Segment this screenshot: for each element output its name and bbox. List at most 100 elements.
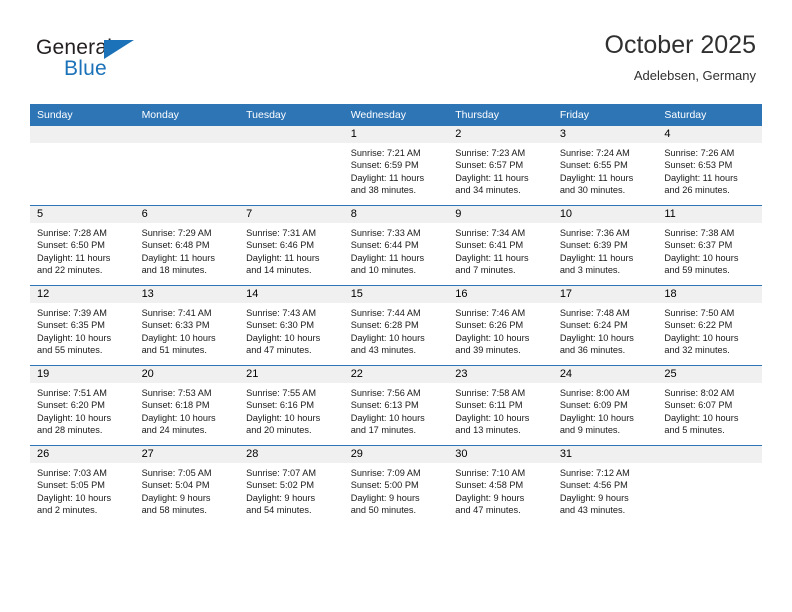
- sun-times-details: Sunrise: 7:41 AM Sunset: 6:33 PM Daylight:…: [135, 303, 240, 356]
- sun-times-details: [30, 143, 135, 147]
- calendar-cell-day-20[interactable]: 20 Sunrise: 7:53 AM Sunset: 6:18 PM Dayligh…: [134, 365, 240, 446]
- day-number: [657, 446, 762, 463]
- day-number: 20: [134, 366, 240, 383]
- calendar-page: General Blue October 2025 Adelebsen, Ger…: [0, 0, 792, 612]
- sun-times-details: Sunrise: 7:33 AM Sunset: 6:44 PM Daylight:…: [344, 223, 449, 276]
- sun-times-line: and 28 minutes.: [37, 424, 103, 435]
- calendar-week-row: 5 Sunrise: 7:28 AM Sunset: 6:50 PM Daylight…: [30, 205, 762, 286]
- calendar-cell-day-16[interactable]: 16 Sunrise: 7:46 AM Sunset: 6:26 PM Dayligh…: [448, 285, 553, 366]
- sun-times-line: Sunrise: 7:33 AM: [350, 228, 421, 238]
- calendar-cell-day-5[interactable]: 5 Sunrise: 7:28 AM Sunset: 6:50 PM Daylight…: [30, 205, 135, 286]
- sun-times-line: Sunrise: 7:44 AM: [350, 308, 421, 318]
- calendar-cell-day-10[interactable]: 10 Sunrise: 7:36 AM Sunset: 6:39 PM Dayligh…: [552, 205, 658, 286]
- sun-times-line: Daylight: 10 hours: [664, 412, 739, 423]
- weekday-header-sunday: Sunday: [30, 104, 135, 126]
- sun-times-line: Daylight: 11 hours: [664, 172, 738, 183]
- calendar-cell-day-15[interactable]: 15 Sunrise: 7:44 AM Sunset: 6:28 PM Dayligh…: [343, 285, 449, 366]
- calendar-cell-day-21[interactable]: 21 Sunrise: 7:55 AM Sunset: 6:16 PM Dayligh…: [239, 365, 344, 446]
- day-number: 9: [448, 206, 553, 223]
- sun-times-line: Sunrise: 7:12 AM: [559, 468, 630, 478]
- calendar-cell-inner: 15 Sunrise: 7:44 AM Sunset: 6:28 PM Dayligh…: [343, 286, 449, 366]
- sun-times-line: Sunrise: 7:34 AM: [455, 228, 526, 238]
- calendar-cell-day-4[interactable]: 4 Sunrise: 7:26 AM Sunset: 6:53 PM Daylight…: [657, 126, 762, 206]
- day-number: 25: [657, 366, 762, 383]
- sun-times-line: and 39 minutes.: [455, 344, 521, 355]
- sun-times-line: Daylight: 11 hours: [37, 252, 111, 263]
- calendar-cell-day-6[interactable]: 6 Sunrise: 7:29 AM Sunset: 6:48 PM Daylight…: [134, 205, 240, 286]
- calendar-cell-day-14[interactable]: 14 Sunrise: 7:43 AM Sunset: 6:30 PM Dayligh…: [239, 285, 344, 366]
- calendar-cell-day-30[interactable]: 30 Sunrise: 7:10 AM Sunset: 4:58 PM Dayligh…: [448, 445, 553, 525]
- sun-times-line: Sunrise: 7:41 AM: [141, 308, 212, 318]
- sun-times-line: Sunrise: 7:10 AM: [455, 468, 526, 478]
- calendar-cell-day-29[interactable]: 29 Sunrise: 7:09 AM Sunset: 5:00 PM Dayligh…: [343, 445, 449, 525]
- calendar-body: 1 Sunrise: 7:21 AM Sunset: 6:59 PM Daylight…: [30, 126, 762, 525]
- logo-text-blue: Blue: [64, 57, 107, 80]
- calendar-cell-inner: 21 Sunrise: 7:55 AM Sunset: 6:16 PM Dayligh…: [239, 366, 344, 446]
- calendar-cell-day-3[interactable]: 3 Sunrise: 7:24 AM Sunset: 6:55 PM Daylight…: [552, 126, 658, 206]
- day-number: 5: [30, 206, 135, 223]
- sun-times-line: Daylight: 10 hours: [559, 332, 634, 343]
- calendar-cell-inner: 14 Sunrise: 7:43 AM Sunset: 6:30 PM Dayligh…: [239, 286, 344, 366]
- sun-times-line: Daylight: 10 hours: [664, 252, 739, 263]
- sun-times-line: Daylight: 10 hours: [246, 412, 321, 423]
- sun-times-details: Sunrise: 7:10 AM Sunset: 4:58 PM Daylight:…: [448, 463, 553, 516]
- day-number: 6: [134, 206, 240, 223]
- sun-times-line: and 38 minutes.: [350, 184, 417, 195]
- day-number: [239, 126, 344, 143]
- sun-times-line: and 24 minutes.: [141, 424, 207, 435]
- sun-times-line: Daylight: 11 hours: [455, 252, 529, 263]
- calendar-cell-day-19[interactable]: 19 Sunrise: 7:51 AM Sunset: 6:20 PM Dayligh…: [30, 365, 135, 446]
- sun-times-line: Sunrise: 7:36 AM: [559, 228, 630, 238]
- calendar-cell-day-17[interactable]: 17 Sunrise: 7:48 AM Sunset: 6:24 PM Dayligh…: [552, 285, 658, 366]
- title-block: October 2025 Adelebsen, Germany: [605, 30, 757, 86]
- sun-times-line: Sunrise: 7:26 AM: [664, 148, 735, 158]
- sun-times-details: Sunrise: 7:44 AM Sunset: 6:28 PM Daylight:…: [344, 303, 449, 356]
- calendar-cell-day-31[interactable]: 31 Sunrise: 7:12 AM Sunset: 4:56 PM Dayligh…: [552, 445, 658, 525]
- calendar-cell-inner: 1 Sunrise: 7:21 AM Sunset: 6:59 PM Daylight…: [343, 126, 449, 205]
- sun-times-line: Sunset: 6:37 PM: [664, 240, 733, 251]
- calendar-cell-day-24[interactable]: 24 Sunrise: 8:00 AM Sunset: 6:09 PM Dayligh…: [552, 365, 658, 446]
- sun-times-line: Sunset: 6:28 PM: [350, 320, 419, 331]
- sun-times-line: and 32 minutes.: [664, 344, 730, 355]
- calendar-cell-day-12[interactable]: 12 Sunrise: 7:39 AM Sunset: 6:35 PM Dayligh…: [30, 285, 135, 366]
- calendar-cell-day-23[interactable]: 23 Sunrise: 7:58 AM Sunset: 6:11 PM Dayligh…: [448, 365, 553, 446]
- calendar-cell-day-27[interactable]: 27 Sunrise: 7:05 AM Sunset: 5:04 PM Dayligh…: [134, 445, 240, 525]
- day-number: 7: [239, 206, 344, 223]
- sun-times-line: Sunset: 5:05 PM: [37, 480, 105, 491]
- calendar-cell-day-22[interactable]: 22 Sunrise: 7:56 AM Sunset: 6:13 PM Dayligh…: [343, 365, 449, 446]
- sun-times-line: Daylight: 9 hours: [350, 492, 420, 503]
- calendar-week-row: 26 Sunrise: 7:03 AM Sunset: 5:05 PM Dayligh…: [30, 445, 762, 525]
- sun-times-line: Sunset: 6:22 PM: [664, 320, 733, 331]
- calendar-cell-day-18[interactable]: 18 Sunrise: 7:50 AM Sunset: 6:22 PM Dayligh…: [657, 285, 762, 366]
- sun-times-line: and 26 minutes.: [664, 184, 730, 195]
- sun-times-line: and 17 minutes.: [350, 424, 417, 435]
- calendar-cell-day-7[interactable]: 7 Sunrise: 7:31 AM Sunset: 6:46 PM Daylight…: [239, 205, 344, 286]
- sun-times-line: Sunrise: 7:09 AM: [350, 468, 421, 478]
- calendar-cell-day-2[interactable]: 2 Sunrise: 7:23 AM Sunset: 6:57 PM Daylight…: [448, 126, 553, 206]
- calendar-cell-day-25[interactable]: 25 Sunrise: 8:02 AM Sunset: 6:07 PM Dayligh…: [657, 365, 762, 446]
- day-number: 23: [448, 366, 553, 383]
- calendar-cell-day-28[interactable]: 28 Sunrise: 7:07 AM Sunset: 5:02 PM Dayligh…: [239, 445, 344, 525]
- sun-times-details: Sunrise: 7:12 AM Sunset: 4:56 PM Daylight:…: [553, 463, 658, 516]
- sun-times-details: Sunrise: 7:21 AM Sunset: 6:59 PM Daylight:…: [344, 143, 449, 196]
- sun-times-line: Daylight: 10 hours: [350, 412, 425, 423]
- calendar-cell-day-1[interactable]: 1 Sunrise: 7:21 AM Sunset: 6:59 PM Daylight…: [343, 126, 449, 206]
- sun-times-line: Daylight: 11 hours: [141, 252, 215, 263]
- calendar-cell-day-26[interactable]: 26 Sunrise: 7:03 AM Sunset: 5:05 PM Dayligh…: [30, 445, 135, 525]
- sun-times-line: Sunrise: 7:48 AM: [559, 308, 630, 318]
- sun-times-line: Daylight: 11 hours: [350, 252, 425, 263]
- calendar-cell-inner: 5 Sunrise: 7:28 AM Sunset: 6:50 PM Daylight…: [30, 206, 135, 286]
- day-number: 11: [657, 206, 762, 223]
- sun-times-line: Sunset: 6:07 PM: [664, 400, 733, 411]
- calendar-cell-day-8[interactable]: 8 Sunrise: 7:33 AM Sunset: 6:44 PM Daylight…: [343, 205, 449, 286]
- calendar-cell-day-9[interactable]: 9 Sunrise: 7:34 AM Sunset: 6:41 PM Daylight…: [448, 205, 553, 286]
- calendar-cell-day-11[interactable]: 11 Sunrise: 7:38 AM Sunset: 6:37 PM Dayligh…: [657, 205, 762, 286]
- calendar-cell-inner: 13 Sunrise: 7:41 AM Sunset: 6:33 PM Dayligh…: [134, 286, 240, 366]
- sun-times-line: and 47 minutes.: [455, 504, 521, 515]
- day-number: 4: [657, 126, 762, 143]
- sun-times-line: and 36 minutes.: [559, 344, 626, 355]
- sun-times-line: Daylight: 10 hours: [37, 492, 112, 503]
- calendar-cell-day-13[interactable]: 13 Sunrise: 7:41 AM Sunset: 6:33 PM Dayligh…: [134, 285, 240, 366]
- sun-times-line: and 59 minutes.: [664, 264, 730, 275]
- calendar-cell-inner: 31 Sunrise: 7:12 AM Sunset: 4:56 PM Dayligh…: [552, 446, 658, 525]
